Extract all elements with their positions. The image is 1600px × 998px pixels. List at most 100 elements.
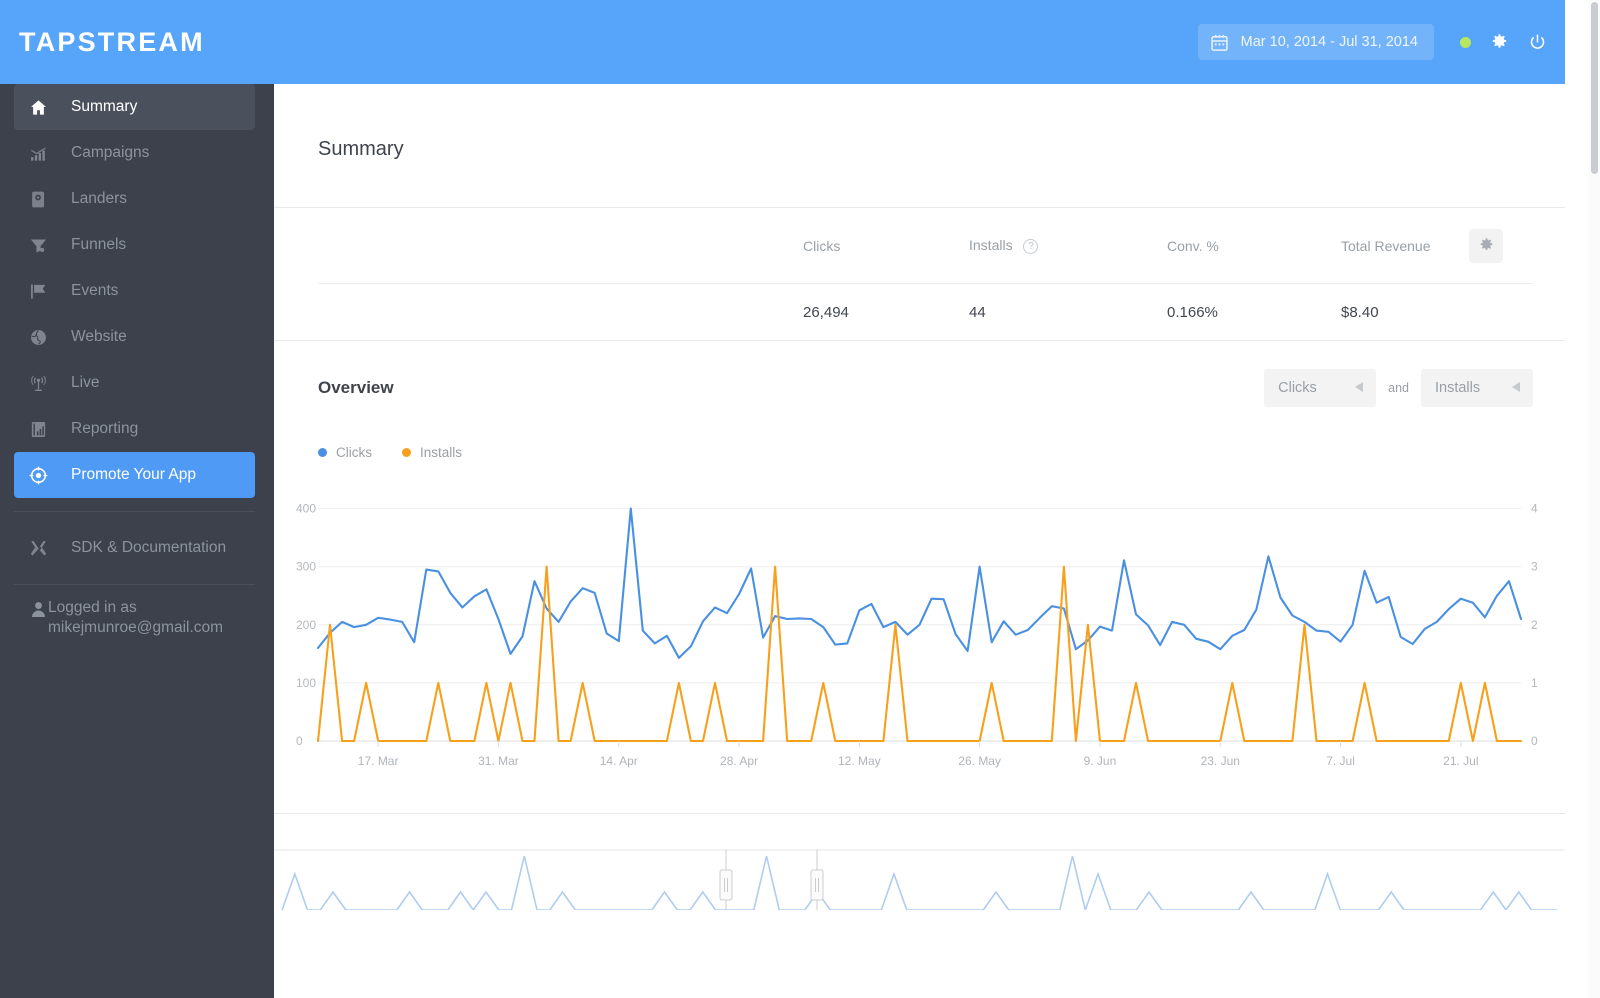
scrollbar-thumb[interactable] [1591,2,1598,174]
y-axis-left-tick: 300 [296,560,316,574]
report-icon [29,420,57,439]
y-axis-right-tick: 3 [1531,560,1538,574]
y-axis-left-tick: 100 [296,676,316,690]
calendar-icon [1210,33,1229,52]
status-indicator-dot [1460,36,1471,48]
range-handle-left[interactable] [719,869,733,901]
sidebar-user-info: Logged in as mikejmunroe@gmail.com [14,598,255,638]
sidebar-item-website[interactable]: Website [14,314,255,360]
right-margin [1565,0,1589,998]
y-axis-left-tick: 0 [296,734,303,748]
overview-chart[interactable]: 0 100 200 300 400 0 1 2 3 4 17. Mar 31. Mar 14. Apr 2… [274,479,1565,799]
home-icon [29,98,57,117]
sidebar-item-landers[interactable]: Landers [14,176,255,222]
y-axis-right-tick: 2 [1531,618,1538,632]
caret-left-icon [1493,381,1521,396]
sidebar-item-events[interactable]: Events [14,268,255,314]
primary-metric-select[interactable]: Clicks [1264,369,1377,407]
y-axis-left-tick: 200 [296,618,316,632]
sidebar-item-label: Reporting [71,420,139,437]
sidebar-item-label: SDK & Documentation [71,539,227,556]
range-navigator[interactable] [274,813,1565,913]
y-axis-right-tick: 0 [1531,734,1538,748]
sidebar-item-label: Landers [71,190,128,207]
overview-header: Overview Clicks and Installs [274,341,1565,435]
legend-label-clicks: Clicks [336,444,372,460]
secondary-metric-select[interactable]: Installs [1421,369,1533,407]
overview-chart-svg[interactable]: 0 100 200 300 400 0 1 2 3 4 17. Mar 31. Mar 14. Apr 2… [274,479,1565,799]
caret-left-icon [1336,381,1364,396]
table-settings-gear-icon[interactable] [1469,228,1503,263]
power-icon[interactable] [1528,33,1547,52]
main-content: Summary Clicks Installs ? Conv. % Total … [274,84,1565,998]
navigator-series-line [281,855,1557,913]
sidebar-item-promote-your-app[interactable]: Promote Your App [14,452,255,498]
funnel-icon [29,236,57,255]
column-header-total-revenue: Total Revenue [1341,237,1431,254]
page-scrollbar[interactable] [1589,0,1600,998]
cell-installs: 44 [969,303,986,321]
table-row: 26,494 44 0.166% $8.40 [318,284,1533,340]
sidebar-item-label: Live [71,374,100,391]
top-header-bar: TAPSTREAM Mar 10, 2014 - Jul 31, 2014 [0,0,1565,84]
installs-help-icon[interactable]: ? [1023,238,1039,254]
legend-item-clicks[interactable]: Clicks [318,445,372,460]
table-header-row: Clicks Installs ? Conv. % Total Revenue [318,208,1533,284]
x-axis-tick-label: 17. Mar [358,754,399,768]
metric-selectors: Clicks and Installs [1264,369,1533,407]
date-range-picker[interactable]: Mar 10, 2014 - Jul 31, 2014 [1197,24,1434,60]
cell-clicks: 26,494 [803,303,849,321]
secondary-metric-value: Installs [1435,380,1481,396]
broadcast-icon [29,374,57,393]
sidebar-item-label: Promote Your App [71,466,196,483]
sidebar-item-label: Campaigns [71,144,150,161]
x-axis-tick-label: 9. Jun [1084,754,1117,768]
tools-icon [29,539,57,558]
chart-series-installs [316,565,1523,743]
globe-icon [29,328,57,347]
x-axis-tick-label: 14. Apr [600,754,638,768]
cell-conversion: 0.166% [1167,303,1218,321]
sidebar-divider-top [14,511,255,512]
settings-gear-icon[interactable] [1490,33,1509,52]
sidebar-item-campaigns[interactable]: Campaigns [14,130,255,176]
x-axis-tick-label: 26. May [958,754,1001,768]
range-handle-right[interactable] [810,869,824,901]
header-controls: Mar 10, 2014 - Jul 31, 2014 [1197,24,1565,60]
column-header-installs-label: Installs [969,237,1013,254]
selector-conjunction: and [1388,381,1409,395]
sidebar-item-label: Summary [71,98,138,115]
logged-in-as-label: Logged in as [48,599,137,616]
legend-dot-clicks [318,447,327,457]
sidebar-item-sdk-documentation[interactable]: SDK & Documentation [14,525,255,571]
y-axis-left-tick: 400 [296,502,316,516]
y-axis-right-tick: 4 [1531,502,1538,516]
x-axis-tick-label: 21. Jul [1443,754,1478,768]
sidebar-item-summary[interactable]: Summary [14,84,255,130]
legend-label-installs: Installs [420,444,463,460]
page-icon [29,190,57,209]
sidebar-divider-bottom [14,584,255,585]
primary-metric-value: Clicks [1278,380,1317,396]
sidebar-user-text: Logged in as mikejmunroe@gmail.com [48,598,223,638]
sidebar-item-label: Events [71,282,119,299]
column-header-conversion: Conv. % [1167,237,1219,254]
flag-icon [29,282,57,301]
sidebar-item-reporting[interactable]: Reporting [14,406,255,452]
range-navigator-svg[interactable] [274,814,1565,913]
target-icon [29,466,57,485]
x-axis-tick-label: 23. Jun [1201,754,1240,768]
x-axis-tick-label: 28. Apr [720,754,758,768]
summary-stats-table: Clicks Installs ? Conv. % Total Revenue … [274,208,1565,340]
x-axis-tick-label: 12. May [838,754,881,768]
column-header-installs: Installs ? [969,237,1167,254]
chart-legend: Clicks Installs [274,435,1565,469]
user-icon [29,600,48,625]
sidebar-item-live[interactable]: Live [14,360,255,406]
range-navigator-chart[interactable] [274,814,1565,913]
brand-logo: TAPSTREAM [19,26,205,57]
y-axis-right-tick: 1 [1531,676,1538,690]
sidebar-item-funnels[interactable]: Funnels [14,222,255,268]
chart-series-clicks [316,507,1523,659]
legend-item-installs[interactable]: Installs [402,445,462,460]
